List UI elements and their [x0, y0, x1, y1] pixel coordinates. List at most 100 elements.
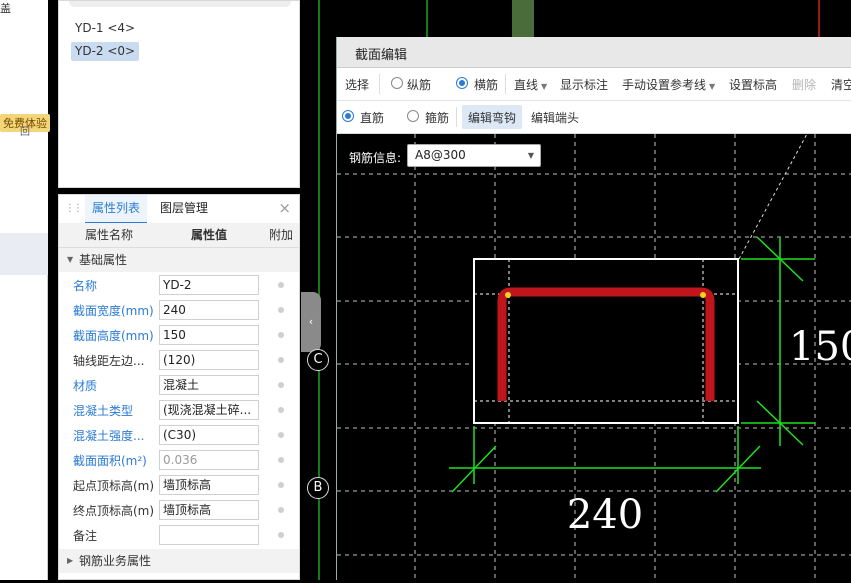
attach-dot-icon[interactable] — [278, 532, 284, 538]
attach-dot-icon[interactable] — [278, 357, 284, 363]
section-drawing[interactable]: 240 150 — [337, 134, 851, 580]
property-row[interactable]: 截面面积(m²) 0.036 — [59, 448, 299, 473]
property-row[interactable]: 名称 YD-2 — [59, 273, 299, 298]
section-outline — [473, 258, 739, 424]
attach-dot-icon[interactable] — [278, 282, 284, 288]
list-item-yd-2[interactable]: YD-2 <0> — [71, 42, 140, 61]
attach-dot-icon[interactable] — [278, 457, 284, 463]
property-name: 终点顶标高(m) — [73, 504, 155, 518]
dialog-titlebar[interactable]: 截面编辑 — [337, 37, 851, 68]
property-value-field[interactable]: 240 — [159, 300, 259, 320]
toolbar-separator — [379, 74, 380, 94]
rebar-info-select[interactable]: A8@300 ▼ — [407, 144, 541, 167]
divider — [47, 275, 48, 580]
header-property-name: 属性名称 — [85, 228, 134, 242]
transverse-radio[interactable] — [456, 77, 468, 89]
edit-end-button[interactable]: 编辑端头 — [531, 109, 579, 126]
property-name: 轴线距左边... — [73, 354, 145, 368]
property-name: 备注 — [73, 529, 98, 543]
set-elevation-button[interactable]: 设置标高 — [729, 76, 777, 93]
property-row[interactable]: 材质 混凝土 — [59, 373, 299, 398]
attach-dot-icon[interactable] — [278, 307, 284, 313]
tab-layer-management[interactable]: 图层管理 — [153, 195, 215, 222]
drag-handle-icon[interactable]: ⋮⋮ — [65, 203, 83, 214]
axis-label-b: B — [307, 477, 329, 499]
line-mode-dropdown[interactable]: 直线 ▼ — [514, 76, 547, 93]
property-value-field[interactable]: (C30) — [159, 425, 259, 445]
sidebar-small-icon[interactable]: 回 — [20, 123, 30, 138]
property-value-field[interactable]: (现浇混凝土碎... — [159, 400, 259, 420]
longitudinal-radio-label[interactable]: 纵筋 — [407, 76, 431, 93]
toolbar-separator — [456, 107, 457, 127]
sidebar-text-fragment: 盖 — [0, 2, 11, 15]
ref-line-dropdown[interactable]: 手动设置参考线 ▼ — [622, 76, 715, 93]
property-name: 名称 — [73, 279, 98, 293]
property-value-field[interactable]: 混凝土 — [159, 375, 259, 395]
left-sidebar-selected-row[interactable] — [0, 233, 48, 275]
rebar-node-right[interactable] — [700, 292, 706, 298]
edit-hook-button[interactable]: 编辑弯钩 — [468, 109, 516, 126]
select-button[interactable]: 选择 — [345, 76, 369, 93]
property-name: 材质 — [73, 379, 98, 393]
property-name: 截面面积(m²) — [73, 454, 147, 468]
property-row[interactable]: 轴线距左边... (120) — [59, 348, 299, 373]
chevron-down-icon: ▼ — [541, 82, 548, 91]
property-row[interactable]: 截面宽度(mm) 240 — [59, 298, 299, 323]
width-dimension-text: 240 — [567, 492, 643, 538]
collapse-panel-button[interactable]: ‹ — [301, 292, 321, 352]
property-value-field[interactable]: YD-2 — [159, 275, 259, 295]
property-name: 混凝土类型 — [73, 404, 134, 418]
rebar-info-label: 钢筋信息: — [349, 151, 402, 165]
property-row[interactable]: 截面高度(mm) 150 — [59, 323, 299, 348]
width-dimension — [449, 426, 761, 493]
left-sidebar — [0, 0, 48, 580]
tab-property-list[interactable]: 属性列表 — [85, 195, 148, 224]
show-dims-button[interactable]: 显示标注 — [560, 76, 608, 93]
property-value-field[interactable]: 墙顶标高 — [159, 500, 259, 520]
axis-label-c: C — [307, 349, 329, 371]
longitudinal-radio[interactable] — [391, 77, 403, 89]
ref-line-label: 手动设置参考线 — [622, 78, 707, 92]
straight-rebar-label[interactable]: 直筋 — [360, 109, 384, 126]
header-extra: 附加 — [269, 228, 294, 242]
property-row[interactable]: 起点顶标高(m) 墙顶标高 — [59, 473, 299, 498]
property-value-field[interactable] — [159, 525, 259, 545]
attach-dot-icon[interactable] — [278, 507, 284, 513]
height-dimension-text: 150 — [789, 324, 851, 370]
property-name: 混凝土强度... — [73, 429, 145, 443]
property-value-field[interactable]: 150 — [159, 325, 259, 345]
list-item-yd-1[interactable]: YD-1 <4> — [71, 19, 139, 38]
toolbar-separator — [505, 74, 506, 94]
property-value-field[interactable]: 0.036 — [159, 450, 259, 470]
close-icon[interactable]: × — [278, 199, 291, 217]
properties-panel: ⋮⋮ 属性列表 图层管理 × 属性名称 属性值 附加 ▼ 基础属性 名称 YD-2… — [58, 194, 300, 580]
property-row[interactable]: 混凝土强度... (C30) — [59, 423, 299, 448]
property-row[interactable]: 备注 — [59, 523, 299, 548]
clear-button[interactable]: 清空 — [831, 76, 851, 93]
group-basic-properties[interactable]: ▼ 基础属性 — [59, 248, 299, 272]
stirrup-radio[interactable] — [407, 110, 419, 122]
property-row[interactable]: 混凝土类型 (现浇混凝土碎... — [59, 398, 299, 423]
header-property-value: 属性值 — [191, 228, 228, 242]
rebar-node-left[interactable] — [505, 292, 511, 298]
property-value-field[interactable]: (120) — [159, 350, 259, 370]
dialog-toolbar-secondary: 直筋 箍筋 编辑弯钩 编辑端头 — [337, 101, 851, 134]
attach-dot-icon[interactable] — [278, 332, 284, 338]
attach-dot-icon[interactable] — [278, 432, 284, 438]
properties-table-header: 属性名称 属性值 附加 — [59, 223, 299, 248]
straight-rebar-radio[interactable] — [342, 110, 354, 122]
delete-button[interactable]: 删除 — [792, 76, 816, 93]
transverse-radio-label[interactable]: 横筋 — [474, 76, 498, 93]
wall-segment — [512, 0, 534, 40]
dialog-toolbar-primary: 选择 纵筋 横筋 直线 ▼ 显示标注 手动设置参考线 ▼ 设置标高 删除 清空 — [337, 68, 851, 101]
attach-dot-icon[interactable] — [278, 482, 284, 488]
property-row[interactable]: 终点顶标高(m) 墙顶标高 — [59, 498, 299, 523]
stirrup-label[interactable]: 箍筋 — [425, 109, 449, 126]
attach-dot-icon[interactable] — [278, 407, 284, 413]
group-basic-label: 基础属性 — [79, 253, 128, 267]
property-name: 截面宽度(mm) — [73, 304, 154, 318]
attach-dot-icon[interactable] — [278, 382, 284, 388]
property-value-field[interactable]: 墙顶标高 — [159, 475, 259, 495]
chevron-down-icon: ▼ — [709, 82, 716, 91]
group-rebar-properties[interactable]: ▶ 钢筋业务属性 — [59, 549, 299, 573]
